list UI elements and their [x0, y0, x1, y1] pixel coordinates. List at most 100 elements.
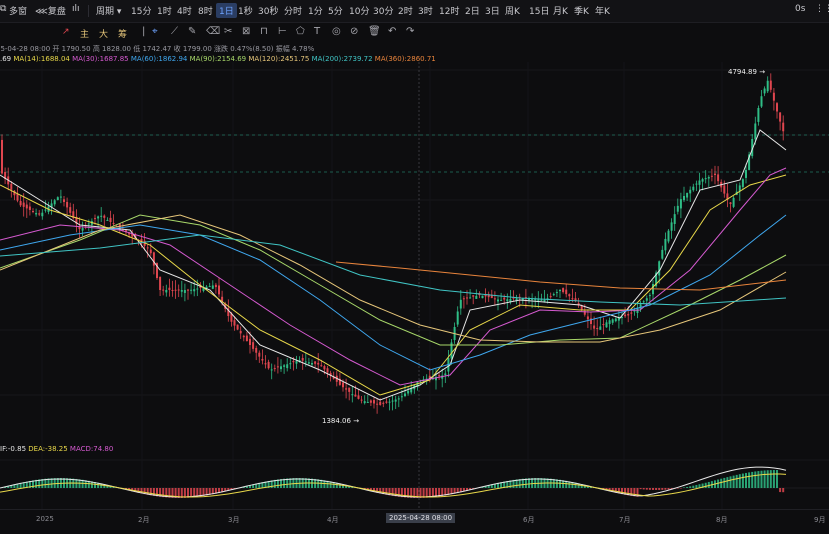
macd-bar — [763, 470, 766, 488]
candle-body — [149, 249, 152, 254]
macd-bar — [704, 482, 707, 488]
x-label-feb: 2月 — [138, 516, 150, 524]
candle-body — [311, 363, 313, 365]
candle-body — [320, 365, 323, 367]
candle-body — [376, 403, 379, 405]
candle-body — [732, 197, 735, 207]
candle-body — [676, 205, 679, 212]
candle-body — [565, 289, 568, 295]
candle-body — [236, 324, 239, 330]
macd-bar — [779, 488, 782, 493]
candle-body — [366, 401, 369, 403]
candle-body — [317, 362, 320, 365]
candle-body — [314, 361, 317, 364]
low-price-value: 1384.06 — [322, 417, 351, 425]
candle-body — [562, 288, 565, 293]
macd-bar — [741, 473, 744, 488]
macd-bar — [757, 471, 760, 488]
ma30-line — [0, 167, 787, 386]
x-label-2025: 2025 — [36, 515, 54, 523]
candle-body — [66, 201, 69, 208]
candle-body — [559, 290, 561, 292]
candle-body — [679, 199, 682, 209]
candle-body — [555, 292, 558, 294]
candle-body — [25, 204, 28, 209]
candle-body — [190, 289, 193, 291]
candle-body — [360, 399, 363, 401]
candle-body — [605, 322, 608, 328]
candle-body — [407, 390, 410, 394]
candle-body — [723, 185, 726, 194]
candle-body — [106, 219, 109, 221]
price-chart[interactable] — [0, 0, 829, 509]
candle-body — [757, 108, 760, 122]
macd-bar — [772, 470, 775, 488]
candle-body — [348, 387, 351, 392]
candle-body — [642, 301, 645, 303]
x-label-jul: 7月 — [619, 516, 631, 524]
macd-bar — [652, 488, 654, 490]
candle-body — [168, 287, 171, 290]
candle-body — [56, 197, 59, 201]
candle-body — [456, 311, 459, 325]
candle-body — [586, 316, 589, 320]
candle-body — [729, 202, 732, 204]
x-label-sep: 9月 — [814, 516, 826, 524]
candle-body — [357, 395, 360, 399]
candle-body — [627, 314, 630, 316]
candle-body — [500, 299, 503, 301]
candle-body — [363, 401, 366, 404]
candle-body — [503, 297, 506, 300]
candle-body — [475, 295, 478, 299]
macd-bar — [655, 488, 658, 490]
candle-body — [180, 290, 183, 292]
candle-body — [391, 400, 394, 402]
candle-body — [769, 80, 772, 90]
x-label-apr: 4月 — [327, 516, 339, 524]
candle-body — [177, 289, 180, 291]
candle-body — [385, 401, 388, 403]
candle-body — [307, 362, 310, 364]
candle-body — [382, 402, 385, 404]
candle-body — [369, 400, 372, 403]
macd-bar — [648, 488, 651, 490]
candle-body — [112, 222, 115, 225]
candle-body — [593, 325, 596, 329]
candle-body — [94, 218, 96, 220]
candle-body — [286, 364, 289, 369]
macd-bar — [729, 476, 732, 488]
candle-body — [41, 212, 44, 217]
candle-body — [645, 298, 648, 301]
candle-body — [97, 216, 100, 219]
candle-body — [714, 173, 716, 175]
candle-body — [667, 230, 670, 242]
candle-body — [766, 80, 769, 92]
candle-body — [543, 299, 546, 302]
candle-body — [10, 183, 13, 190]
candle-body — [782, 122, 785, 132]
candle-body — [472, 295, 475, 297]
macd-bar — [782, 488, 785, 493]
candle-body — [469, 297, 472, 299]
candle-body — [624, 314, 627, 317]
candle-body — [239, 330, 242, 334]
macd-bar — [692, 485, 695, 488]
candle-body — [304, 361, 307, 363]
macd-bar — [760, 470, 763, 488]
candle-body — [171, 289, 174, 291]
candle-body — [301, 357, 304, 361]
x-label-mar: 3月 — [228, 516, 240, 524]
macd-dea: DEA:-38.25 — [28, 445, 68, 453]
candle-body — [707, 177, 710, 179]
macd-dif: IF:-0.85 — [0, 445, 27, 453]
candle-body — [698, 180, 701, 185]
candle-body — [292, 360, 295, 363]
macd-bar — [754, 471, 757, 488]
candle-body — [214, 284, 217, 288]
ma14-line — [0, 174, 787, 396]
candle-body — [689, 189, 692, 194]
candle-body — [754, 123, 757, 140]
candle-body — [493, 298, 496, 300]
candle-body — [342, 382, 344, 388]
candle-body — [146, 247, 149, 249]
